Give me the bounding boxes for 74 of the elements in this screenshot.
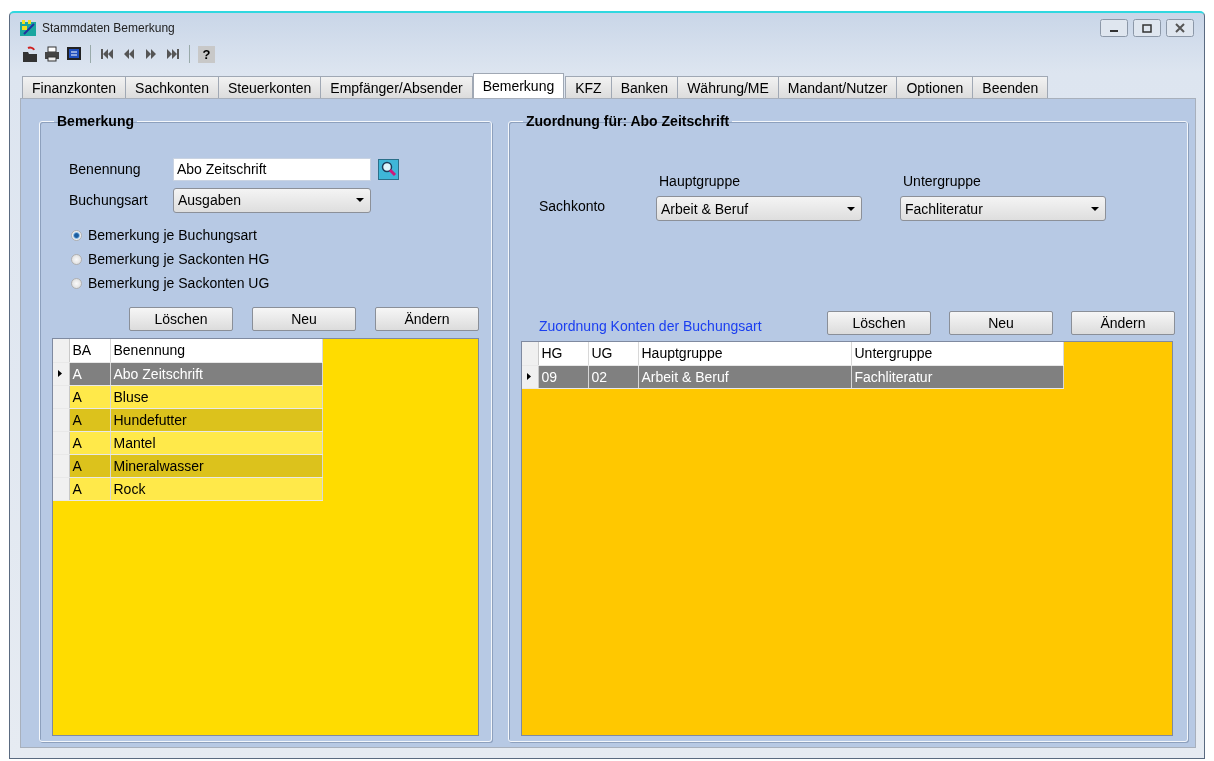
field-label: Buchungsart — [69, 192, 149, 208]
column-header[interactable]: Hauptgruppe — [638, 342, 851, 365]
table-row[interactable]: A Bluse — [53, 385, 322, 408]
maximize-button[interactable] — [1133, 19, 1161, 37]
printer-icon[interactable] — [44, 46, 60, 62]
close-button[interactable] — [1166, 19, 1194, 37]
radio-label[interactable]: Bemerkung je Sackonten UG — [88, 275, 270, 291]
table-cell: Mantel — [110, 431, 322, 454]
column-header[interactable]: UG — [588, 342, 638, 365]
radio-button[interactable] — [71, 277, 82, 289]
tab[interactable]: Banken — [610, 76, 679, 98]
column-header[interactable]: BA — [69, 339, 110, 362]
radio-button[interactable] — [71, 253, 82, 265]
field-label: Hauptgruppe — [659, 173, 741, 189]
field-label: Benennung — [69, 161, 142, 177]
group-title: Bemerkung — [56, 113, 136, 129]
input-field[interactable]: Abo Zeitschrift — [173, 157, 371, 181]
table-caption: Zuordnung Konten der Buchungsart — [539, 318, 763, 334]
radio-button[interactable] — [71, 229, 82, 241]
monitor-icon[interactable] — [66, 46, 82, 62]
field-label: Untergruppe — [903, 173, 982, 189]
tab[interactable]: Finanzkonten — [22, 76, 127, 98]
action-button[interactable]: Neu — [252, 307, 356, 331]
action-button[interactable]: Löschen — [129, 307, 233, 331]
table-cell: Abo Zeitschrift — [110, 362, 322, 385]
column-header[interactable]: Untergruppe — [851, 342, 1063, 365]
dropdown[interactable]: Fachliteratur — [900, 196, 1106, 221]
dropdown[interactable]: Ausgaben — [173, 187, 371, 213]
table-row[interactable]: A Abo Zeitschrift — [53, 362, 322, 385]
row-pointer-icon — [58, 370, 62, 377]
action-button[interactable]: Löschen — [827, 311, 931, 335]
last-record-icon[interactable] — [165, 46, 181, 62]
column-header[interactable]: HG — [538, 342, 588, 365]
caret-icon[interactable] — [356, 198, 364, 202]
table-cell: Mineralwasser — [110, 454, 322, 477]
window-title: Stammdaten Bemerkung — [42, 21, 175, 35]
radio-label[interactable]: Bemerkung je Buchungsart — [88, 227, 257, 243]
table-row[interactable]: 09 02 Arbeit & Beruf Fachliteratur — [522, 365, 1063, 388]
next-record-icon[interactable] — [143, 46, 159, 62]
tab[interactable]: Bemerkung — [472, 73, 565, 98]
group-title: Zuordnung für: Abo Zeitschrift — [525, 113, 731, 129]
caret-icon[interactable] — [1091, 206, 1099, 211]
table-cell: Bluse — [110, 385, 322, 408]
tab[interactable]: Steuerkonten — [218, 76, 322, 98]
search-icon[interactable] — [378, 158, 399, 180]
table-cell: Arbeit & Beruf — [638, 365, 851, 388]
table-cell: Rock — [110, 477, 322, 500]
folder-icon[interactable] — [22, 46, 38, 62]
table-cell: Hundefutter — [110, 408, 322, 431]
help-button[interactable]: ? — [198, 45, 215, 63]
column-header[interactable]: Benennung — [110, 339, 322, 362]
table-row[interactable]: A Hundefutter — [53, 408, 322, 431]
tab[interactable]: Mandant/Nutzer — [777, 76, 898, 98]
tab[interactable]: Sachkonten — [125, 76, 219, 98]
tab[interactable]: Beenden — [972, 76, 1049, 98]
field-label: Sachkonto — [539, 196, 607, 216]
tab[interactable]: KFZ — [565, 76, 612, 98]
action-button[interactable]: Ändern — [375, 307, 479, 331]
tab[interactable]: Optionen — [896, 76, 974, 98]
caret-icon[interactable] — [847, 206, 855, 211]
row-pointer-icon — [527, 373, 531, 380]
table-row[interactable]: A Mineralwasser — [53, 454, 322, 477]
tab[interactable]: Währung/ME — [677, 76, 779, 98]
table-cell: Fachliteratur — [851, 365, 1063, 388]
tab[interactable]: Empfänger/Absender — [320, 76, 473, 98]
dropdown[interactable]: Arbeit & Beruf — [656, 196, 862, 221]
app-icon — [20, 20, 36, 36]
action-button[interactable]: Neu — [949, 311, 1053, 335]
action-button[interactable]: Ändern — [1071, 311, 1175, 335]
radio-label[interactable]: Bemerkung je Sackonten HG — [88, 251, 270, 267]
table-row[interactable]: A Mantel — [53, 431, 322, 454]
table-row[interactable]: A Rock — [53, 477, 322, 500]
minimize-button[interactable] — [1100, 19, 1128, 37]
first-record-icon[interactable] — [99, 46, 115, 62]
